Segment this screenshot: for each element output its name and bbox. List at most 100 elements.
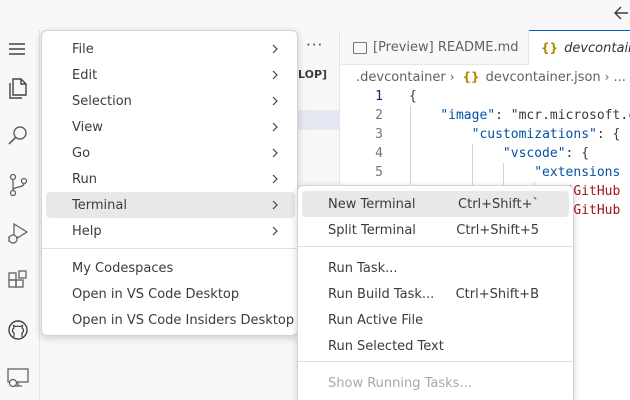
code-text: { [409,87,417,106]
line-number: 3 [375,127,383,142]
menu-item-file[interactable]: File [46,36,295,62]
files-icon[interactable] [4,74,32,102]
code-line[interactable]: 2 "image": "mcr.microsoft.c [341,106,630,125]
line-number: 4 [375,146,383,161]
menu-separator [298,361,573,362]
code-text: "extensions [409,163,620,182]
json-key: "image" [440,108,496,123]
menu-item-my-codespaces[interactable]: My Codespaces [46,255,295,281]
menu-item-label: Help [72,223,102,239]
menu-item-label: Selection [72,93,132,109]
tab-readme-preview[interactable]: [Preview] README.md [341,30,529,65]
menu-item-run-selected-text[interactable]: Run Selected Text [302,333,569,359]
json-value: : { [596,127,621,142]
json-braces-icon: {} [462,70,480,84]
menu-item-label: New Terminal [328,196,416,212]
menu-item-label: Run Active File [328,312,424,328]
tab-label: [Preview] README.md [373,40,519,55]
more-actions-icon[interactable]: ··· [306,36,323,54]
chevron-right-icon [271,171,279,187]
menu-item-label: Run Selected Text [328,338,444,354]
tab-label: devcontainer.json [564,40,630,56]
menu-item-edit[interactable]: Edit [46,62,295,88]
chevron-right-icon [271,197,279,213]
code-text: "image": "mcr.microsoft.c [409,106,630,125]
preview-icon [353,41,367,54]
json-value: : { [565,146,590,161]
menu-item-help[interactable]: Help [46,218,295,244]
menu-item-open-in-vs-code-insiders-desktop[interactable]: Open in VS Code Insiders Desktop [46,307,295,333]
menu-item-go[interactable]: Go [46,140,295,166]
menu-item-label: Split Terminal [328,222,416,238]
code-line[interactable]: 1{ [341,87,630,106]
menu-item-run-build-task[interactable]: Run Build Task... Ctrl+Shift+B [302,281,569,307]
menu-item-label: Show Running Tasks... [328,375,472,391]
menu-item-run[interactable]: Run [46,166,295,192]
json-value: { [409,89,417,104]
json-key: "vscode" [502,146,566,161]
extensions-icon[interactable] [4,267,32,295]
activity-bar [0,30,40,400]
keyboard-shortcut: Ctrl+Shift+5 [456,222,539,238]
breadcrumb-folder[interactable]: .devcontainer [356,70,446,85]
menu-item-label: Go [72,145,91,161]
menu-item-label: Open in VS Code Desktop [72,286,240,302]
json-braces-icon: {} [541,41,559,55]
menu-item-view[interactable]: View [46,114,295,140]
menu-item-split-terminal[interactable]: Split Terminal Ctrl+Shift+5 [302,217,569,243]
menu-item-selection[interactable]: Selection [46,88,295,114]
chevron-right-icon [271,93,279,109]
sidebar-selected-item[interactable] [297,110,340,130]
code-line[interactable]: 5 "extensions [341,163,630,182]
line-number: 2 [375,108,383,123]
menu-item-run-task[interactable]: Run Task... [302,255,569,281]
application-menu: File Edit Selection View Go Run Terminal Help My… [41,30,298,336]
menu-item-run-active-file[interactable]: Run Active File [302,307,569,333]
menu-separator [42,248,297,249]
menu-item-label: Run [72,171,97,187]
menu-item-label: Run Build Task... [328,286,435,302]
chevron-right-icon [271,223,279,239]
line-number: 5 [375,165,383,180]
menu-item-show-running-tasks: Show Running Tasks... [302,370,569,396]
menu-item-label: My Codespaces [72,260,174,276]
code-line[interactable]: 4 "vscode": { [341,144,630,163]
run-debug-icon[interactable] [4,219,32,247]
chevron-right-icon [271,67,279,83]
json-value: : "mcr.microsoft.c [495,108,630,123]
line-number: 1 [375,89,383,104]
breadcrumb: .devcontainer › {} devcontainer.json › .… [356,67,626,87]
menu-item-label: Run Task... [328,260,398,276]
source-control-icon[interactable] [4,171,32,199]
chevron-right-icon [271,145,279,161]
menu-item-label: View [72,119,103,135]
menu-icon[interactable] [4,34,30,64]
remote-explorer-icon[interactable] [4,363,32,391]
keyboard-shortcut: Ctrl+Shift+B [455,286,539,302]
editor-tabs: [Preview] README.md {} devcontainer.json [341,30,630,65]
sidebar-section-title: LOP] [298,68,328,81]
github-icon[interactable] [4,316,32,344]
breadcrumb-symbol[interactable]: ... [613,70,625,85]
chevron-right-icon [271,119,279,135]
menu-item-label: File [72,41,94,57]
menu-item-label: Terminal [72,197,127,213]
chevron-right-icon: › [449,70,455,84]
menu-item-new-terminal[interactable]: New Terminal Ctrl+Shift+` [302,191,569,217]
menu-item-terminal[interactable]: Terminal [46,192,295,218]
breadcrumb-file[interactable]: devcontainer.json [486,70,601,85]
json-key: "extensions [534,165,621,180]
tab-devcontainer-json[interactable]: {} devcontainer.json [529,30,630,65]
terminal-submenu: New Terminal Ctrl+Shift+` Split Terminal Ct… [297,185,574,400]
menu-item-label: Open in VS Code Insiders Desktop [72,312,295,328]
arrow-left-icon[interactable] [614,3,628,23]
code-line[interactable]: 3 "customizations": { [341,125,630,144]
menu-item-open-in-vs-code-desktop[interactable]: Open in VS Code Desktop [46,281,295,307]
chevron-right-icon: › [604,70,610,84]
search-icon[interactable] [4,122,32,150]
menu-item-label: Edit [72,67,98,83]
code-text: "vscode": { [409,144,589,163]
